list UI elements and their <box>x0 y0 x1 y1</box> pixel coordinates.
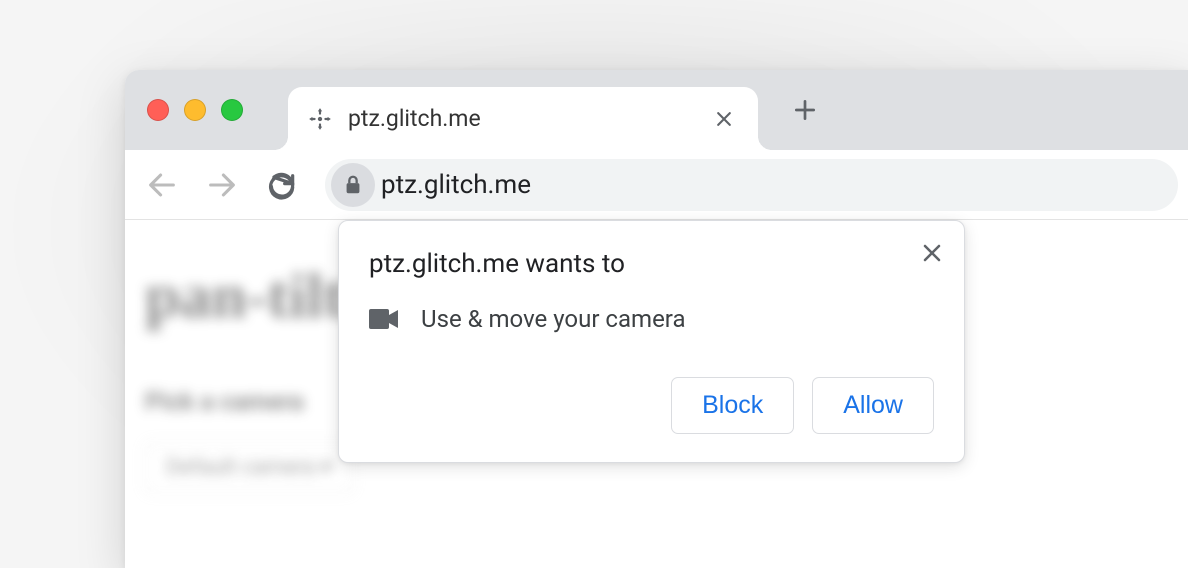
site-info-button[interactable] <box>331 163 375 207</box>
browser-window: ptz.glitch.me <box>125 70 1188 568</box>
new-tab-button[interactable] <box>780 85 830 135</box>
minimize-window-button[interactable] <box>184 99 206 121</box>
window-controls <box>147 99 243 121</box>
tab-title: ptz.glitch.me <box>348 105 712 132</box>
permission-title: ptz.glitch.me wants to <box>369 249 934 279</box>
permission-text: Use & move your camera <box>421 305 686 333</box>
permission-prompt: ptz.glitch.me wants to Use & move your c… <box>338 220 965 463</box>
close-window-button[interactable] <box>147 99 169 121</box>
close-icon <box>920 241 944 265</box>
browser-tab[interactable]: ptz.glitch.me <box>288 87 758 150</box>
camera-icon <box>369 308 399 330</box>
block-button[interactable]: Block <box>671 377 794 434</box>
page-content: pan-tilt-zoom Pick a camera Default came… <box>125 220 1188 568</box>
forward-button[interactable] <box>195 158 249 212</box>
favicon-icon <box>306 105 334 133</box>
close-button[interactable] <box>914 235 950 271</box>
reload-button[interactable] <box>255 158 309 212</box>
address-bar[interactable]: ptz.glitch.me <box>325 159 1178 211</box>
permission-row: Use & move your camera <box>369 305 934 333</box>
url-text: ptz.glitch.me <box>381 170 531 200</box>
tab-close-button[interactable] <box>712 107 736 131</box>
lock-icon <box>342 174 364 196</box>
permission-buttons: Block Allow <box>369 377 934 434</box>
toolbar: ptz.glitch.me <box>125 150 1188 220</box>
allow-button[interactable]: Allow <box>812 377 934 434</box>
maximize-window-button[interactable] <box>221 99 243 121</box>
tab-strip: ptz.glitch.me <box>125 70 1188 150</box>
back-button[interactable] <box>135 158 189 212</box>
camera-select[interactable]: Default camera ▾ <box>145 442 353 493</box>
